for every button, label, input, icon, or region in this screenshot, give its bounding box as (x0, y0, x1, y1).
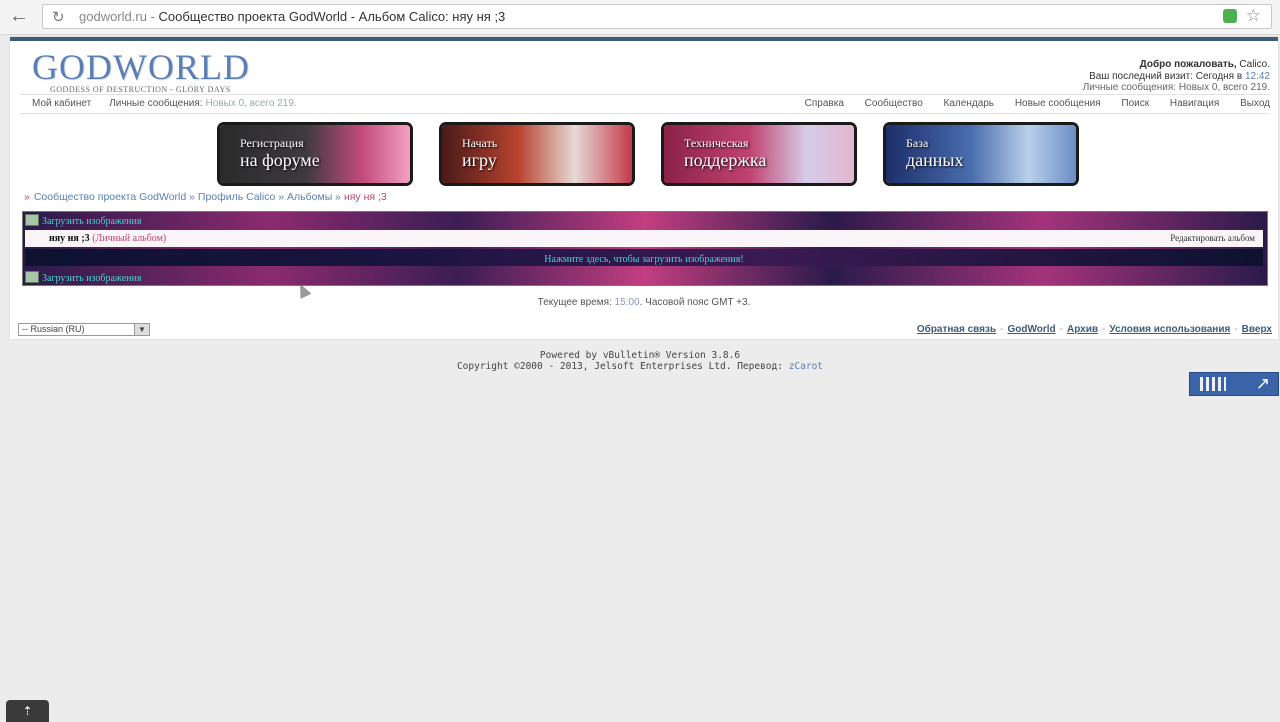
banner-support-line2: поддержка (684, 150, 767, 170)
nav-logout[interactable]: Выход (1240, 98, 1270, 109)
translator-link[interactable]: zCarot (789, 361, 823, 372)
side-widget[interactable]: ↗ (1189, 372, 1279, 396)
language-select[interactable]: -- Russian (RU) ▼ (18, 323, 150, 336)
banner-register-line2: на форуме (240, 150, 320, 170)
last-visit-time: 12:42 (1244, 70, 1270, 82)
breadcrumb-community[interactable]: Сообщество проекта GodWorld (34, 191, 186, 203)
back-arrow-icon[interactable]: ← (8, 6, 30, 28)
copyright-text: Copyright ©2000 - 2013, Jelsoft Enterpri… (456, 361, 783, 372)
album-type: (Личный альбом) (92, 233, 167, 244)
image-icon (25, 214, 39, 226)
current-time-value: 15:00 (614, 297, 640, 308)
nav-my-account[interactable]: Мой кабинет (32, 98, 91, 109)
grid-dots-icon (1200, 377, 1226, 391)
upload-prompt-bar[interactable]: Нажмите здесь, чтобы загрузить изображен… (25, 249, 1263, 266)
banner-row: Регистрация на форуме Начать игру Техничес… (210, 125, 1080, 183)
nav-help[interactable]: Справка (805, 98, 844, 109)
timezone-text: . Часовой пояс GMT +3. (639, 297, 751, 308)
banner-register[interactable]: Регистрация на форуме (220, 125, 410, 183)
powered-by: Powered by vBulletin® Version 3.8.6 (539, 350, 741, 361)
breadcrumb: » Сообщество проекта GodWorld » Профиль C… (24, 191, 387, 203)
nav-pm-counts: Новых 0, всего 219. (205, 98, 297, 109)
copyright: Powered by vBulletin® Version 3.8.6 Copy… (0, 350, 1280, 372)
expand-arrow-icon: ↗ (1255, 374, 1270, 393)
welcome-user[interactable]: Calico. (1239, 59, 1270, 70)
upload-images-label-top: Загрузить изображения (42, 216, 142, 227)
nav-new-posts[interactable]: Новые сообщения (1015, 98, 1101, 109)
nav-search[interactable]: Поиск (1121, 98, 1149, 109)
logo-text: GODWORLD (32, 47, 250, 87)
footer-link-top[interactable]: Вверх (1242, 324, 1272, 335)
upload-images-link-top[interactable]: Загрузить изображения (25, 214, 141, 227)
album-footer: Загрузить изображения (23, 269, 1267, 285)
footer-link-terms[interactable]: Условия использования (1109, 324, 1230, 335)
upload-prompt-text[interactable]: Нажмите здесь, чтобы загрузить изображен… (544, 254, 743, 265)
upload-images-label-bottom: Загрузить изображения (42, 273, 142, 284)
address-bar[interactable]: ↻ godworld.ru - Сообщество проекта GodWo… (42, 4, 1272, 29)
footer-links: Обратная связь - GodWorld - Архив - Условия ис… (916, 324, 1272, 335)
edit-album-link[interactable]: Редактировать альбом (1170, 233, 1255, 243)
banner-database[interactable]: База данных (886, 125, 1076, 183)
reload-icon[interactable]: ↻ (52, 8, 65, 26)
banner-start-game-line2: игру (462, 150, 497, 170)
album-name-text: няу ня ;3 (49, 233, 90, 244)
banner-support[interactable]: Техническая поддержка (664, 125, 854, 183)
scroll-up-tab[interactable]: ⇡ (6, 700, 49, 722)
last-visit-label: Ваш последний визит: Сегодня в (1089, 70, 1243, 82)
dropdown-arrow-icon[interactable]: ▼ (134, 324, 149, 335)
footer-bar: -- Russian (RU) ▼ Обратная связь - GodWorl… (16, 323, 1272, 339)
browser-toolbar: ← ↻ godworld.ru - Сообщество проекта God… (0, 0, 1280, 35)
image-icon (25, 271, 39, 283)
breadcrumb-profile[interactable]: Профиль Calico (198, 191, 275, 203)
logo-subtitle: GODDESS OF DESTRUCTION - GLORY DAYS (50, 85, 231, 94)
footer-link-archive[interactable]: Архив (1067, 324, 1098, 335)
nav-community[interactable]: Сообщество (865, 98, 923, 109)
forum-navbar: Мой кабинет Личные сообщения: Новых 0, все… (20, 94, 1270, 114)
welcome-greeting: Добро пожаловать, (1139, 59, 1237, 70)
forum-page: GODWORLD GODDESS OF DESTRUCTION - GLORY … (10, 37, 1278, 339)
breadcrumb-arrow-icon: » (24, 191, 30, 203)
breadcrumb-separator: » (335, 191, 342, 203)
album-name: няу ня ;3 (Личный альбом) (49, 233, 166, 244)
welcome-box: Добро пожаловать, Calico. Ваш последний … (1083, 59, 1270, 94)
upload-images-link-bottom[interactable]: Загрузить изображения (25, 271, 141, 284)
breadcrumb-albums[interactable]: Альбомы (287, 191, 332, 203)
lock-icon[interactable] (1223, 9, 1237, 23)
site-logo[interactable]: GODWORLD GODDESS OF DESTRUCTION - GLORY … (32, 49, 250, 94)
current-time-label: Текущее время: (537, 297, 612, 308)
banner-database-line2: данных (906, 150, 964, 170)
album-panel: Загрузить изображения няу ня ;3 (Личный … (22, 211, 1268, 286)
language-selected: -- Russian (RU) (22, 324, 85, 334)
url-page-title: Сообщество проекта GodWorld - Альбом Cal… (158, 9, 506, 24)
arrow-up-icon: ⇡ (22, 704, 33, 718)
current-time: Текущее время: 15:00. Часовой пояс GMT +… (10, 297, 1278, 308)
banner-start-game[interactable]: Начать игру (442, 125, 632, 183)
album-header: Загрузить изображения (23, 212, 1267, 228)
breadcrumb-current: няу ня ;3 (343, 191, 387, 203)
album-title-row: няу ня ;3 (Личный альбом) Редактировать … (25, 230, 1263, 247)
nav-private-messages[interactable]: Личные сообщения: (109, 98, 202, 109)
url-text: godworld.ru - Сообщество проекта GodWorl… (79, 9, 505, 24)
nav-navigation[interactable]: Навигация (1170, 98, 1219, 109)
breadcrumb-separator: » (278, 191, 285, 203)
nav-calendar[interactable]: Календарь (944, 98, 994, 109)
footer-link-feedback[interactable]: Обратная связь (917, 324, 996, 335)
pm-summary[interactable]: Личные сообщения: Новых 0, всего 219. (1083, 82, 1270, 94)
star-icon[interactable]: ☆ (1246, 6, 1261, 26)
url-domain: godworld.ru (79, 9, 147, 24)
url-separator: - (146, 9, 159, 24)
breadcrumb-separator: » (189, 191, 195, 203)
footer-link-godworld[interactable]: GodWorld (1007, 324, 1055, 335)
